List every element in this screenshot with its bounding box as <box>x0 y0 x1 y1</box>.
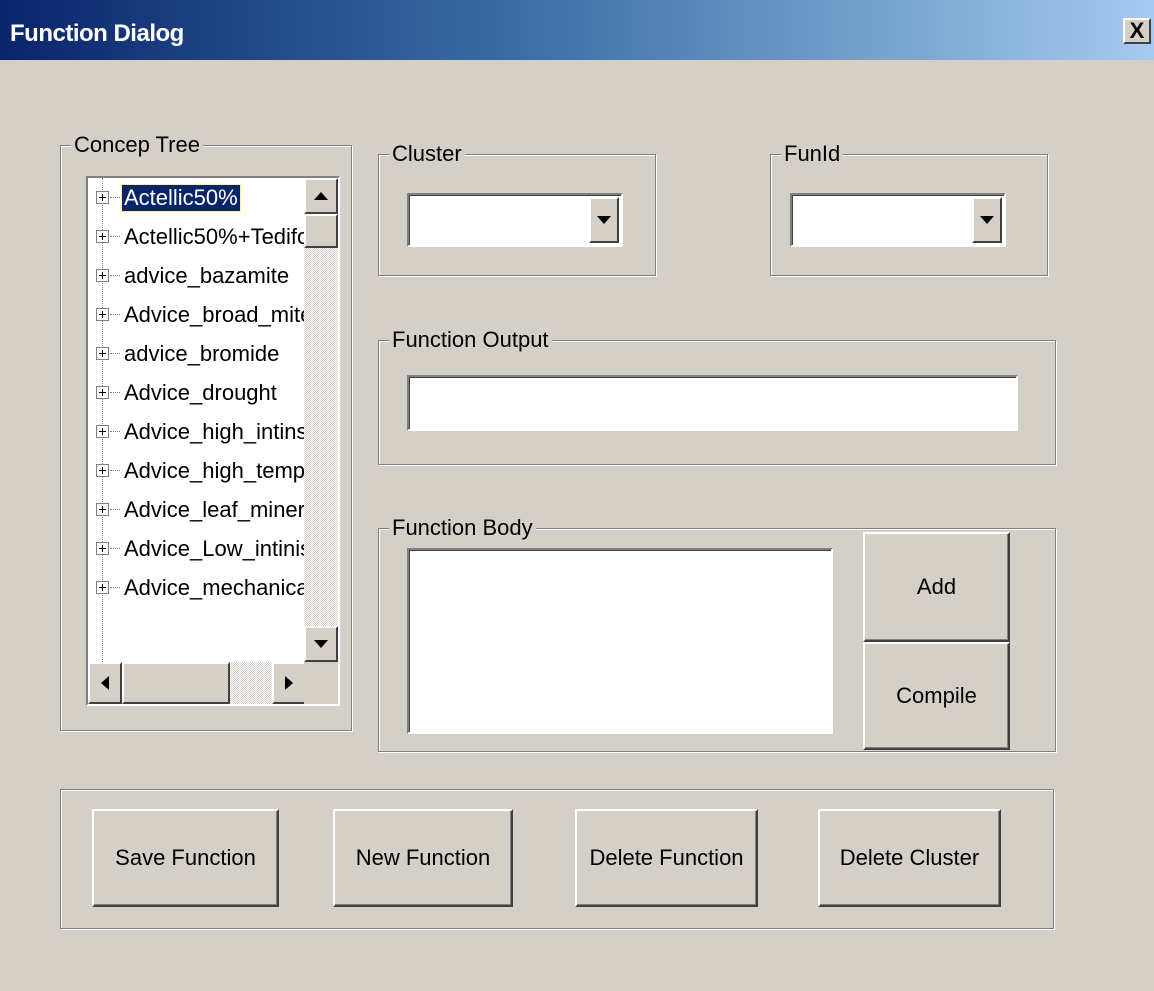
scrollbar-corner <box>304 662 338 704</box>
cluster-dropdown-button[interactable] <box>589 197 619 243</box>
expand-icon[interactable] <box>96 503 109 516</box>
expand-icon[interactable] <box>96 542 109 555</box>
save-function-label: Save Function <box>115 845 256 870</box>
tree-item[interactable]: Advice_high_intinsi <box>88 412 306 451</box>
tree-item[interactable]: Advice_broad_mite <box>88 295 306 334</box>
expand-icon[interactable] <box>96 191 109 204</box>
expand-icon[interactable] <box>96 269 109 282</box>
function-output-field[interactable] <box>407 375 1018 431</box>
concept-tree-label: Concep Tree <box>71 131 203 159</box>
function-dialog-window: Function Dialog X Concep Tree Actellic50… <box>0 0 1154 991</box>
tree-item[interactable]: Advice_drought <box>88 373 306 412</box>
expand-icon[interactable] <box>96 386 109 399</box>
arrow-up-icon <box>314 192 328 200</box>
scroll-thumb[interactable] <box>304 214 338 248</box>
tree-item[interactable]: advice_bromide <box>88 334 306 373</box>
tree-item-label: Advice_broad_mite <box>124 301 306 327</box>
tree-item-label: Advice_leaf_miner <box>124 496 305 522</box>
expand-icon[interactable] <box>96 308 109 321</box>
compile-button-label: Compile <box>896 683 977 708</box>
function-output-label: Function Output <box>389 326 552 354</box>
tree-item[interactable]: Advice_Low_intinis <box>88 529 306 568</box>
expand-icon[interactable] <box>96 425 109 438</box>
delete-function-label: Delete Function <box>589 845 744 870</box>
tree-vertical-scrollbar[interactable] <box>304 178 338 662</box>
delete-cluster-button[interactable]: Delete Cluster <box>818 809 1001 907</box>
expand-icon[interactable] <box>96 230 109 243</box>
compile-button[interactable]: Compile <box>863 642 1010 750</box>
delete-cluster-label: Delete Cluster <box>839 845 980 870</box>
chevron-down-icon <box>980 216 994 224</box>
tree-item-label: Advice_Low_intinis <box>124 535 306 561</box>
close-button[interactable]: X <box>1123 18 1151 44</box>
new-function-button[interactable]: New Function <box>333 809 513 907</box>
tree-item-label: Advice_drought <box>124 379 277 405</box>
close-icon: X <box>1129 18 1145 43</box>
tree-item[interactable]: Advice_high_temp <box>88 451 306 490</box>
window-title: Function Dialog <box>10 20 184 47</box>
tree-item-label: advice_bromide <box>124 340 280 366</box>
tree-item-label: Advice_high_temp <box>124 457 306 483</box>
new-function-label: New Function <box>355 845 491 870</box>
expand-icon[interactable] <box>96 581 109 594</box>
title-bar[interactable]: Function Dialog X <box>0 0 1154 60</box>
expand-icon[interactable] <box>96 464 109 477</box>
tree-item-label: Actellic50% <box>121 183 241 212</box>
function-body-label: Function Body <box>389 514 536 542</box>
add-button-label: Add <box>916 574 957 599</box>
arrow-down-icon <box>314 640 328 648</box>
cluster-label: Cluster <box>389 140 465 168</box>
funid-dropdown-button[interactable] <box>972 197 1002 243</box>
tree-item[interactable]: advice_bazamite <box>88 256 306 295</box>
horizontal-scroll-thumb[interactable] <box>122 662 230 704</box>
tree-item[interactable]: Actellic50%+Tedifol <box>88 217 306 256</box>
delete-function-button[interactable]: Delete Function <box>575 809 758 907</box>
tree-list: Actellic50% Actellic50%+Tedifol advice_b… <box>88 178 306 607</box>
tree-horizontal-scrollbar[interactable] <box>88 662 306 704</box>
arrow-right-icon <box>285 676 293 690</box>
tree-item[interactable]: Advice_leaf_miner <box>88 490 306 529</box>
tree-item-label: advice_bazamite <box>124 262 290 288</box>
function-body-textarea[interactable] <box>407 548 833 734</box>
tree-item-label: Advice_mechanica <box>124 574 306 600</box>
scroll-down-button[interactable] <box>304 626 338 662</box>
tree-item[interactable]: Advice_mechanica <box>88 568 306 607</box>
save-function-button[interactable]: Save Function <box>92 809 279 907</box>
arrow-left-icon <box>101 676 109 690</box>
expand-icon[interactable] <box>96 347 109 360</box>
tree-item[interactable]: Actellic50% <box>88 178 306 217</box>
funid-label: FunId <box>781 140 844 168</box>
cluster-combobox[interactable] <box>407 193 623 247</box>
chevron-down-icon <box>597 216 611 224</box>
scroll-up-button[interactable] <box>304 178 338 214</box>
scroll-right-button[interactable] <box>272 662 306 704</box>
concept-tree[interactable]: Actellic50% Actellic50%+Tedifol advice_b… <box>86 176 340 706</box>
add-button[interactable]: Add <box>863 532 1010 642</box>
tree-item-label: Advice_high_intinsi <box>124 418 306 444</box>
funid-combobox[interactable] <box>790 193 1006 247</box>
scroll-left-button[interactable] <box>88 662 122 704</box>
tree-item-label: Actellic50%+Tedifol <box>124 223 306 249</box>
